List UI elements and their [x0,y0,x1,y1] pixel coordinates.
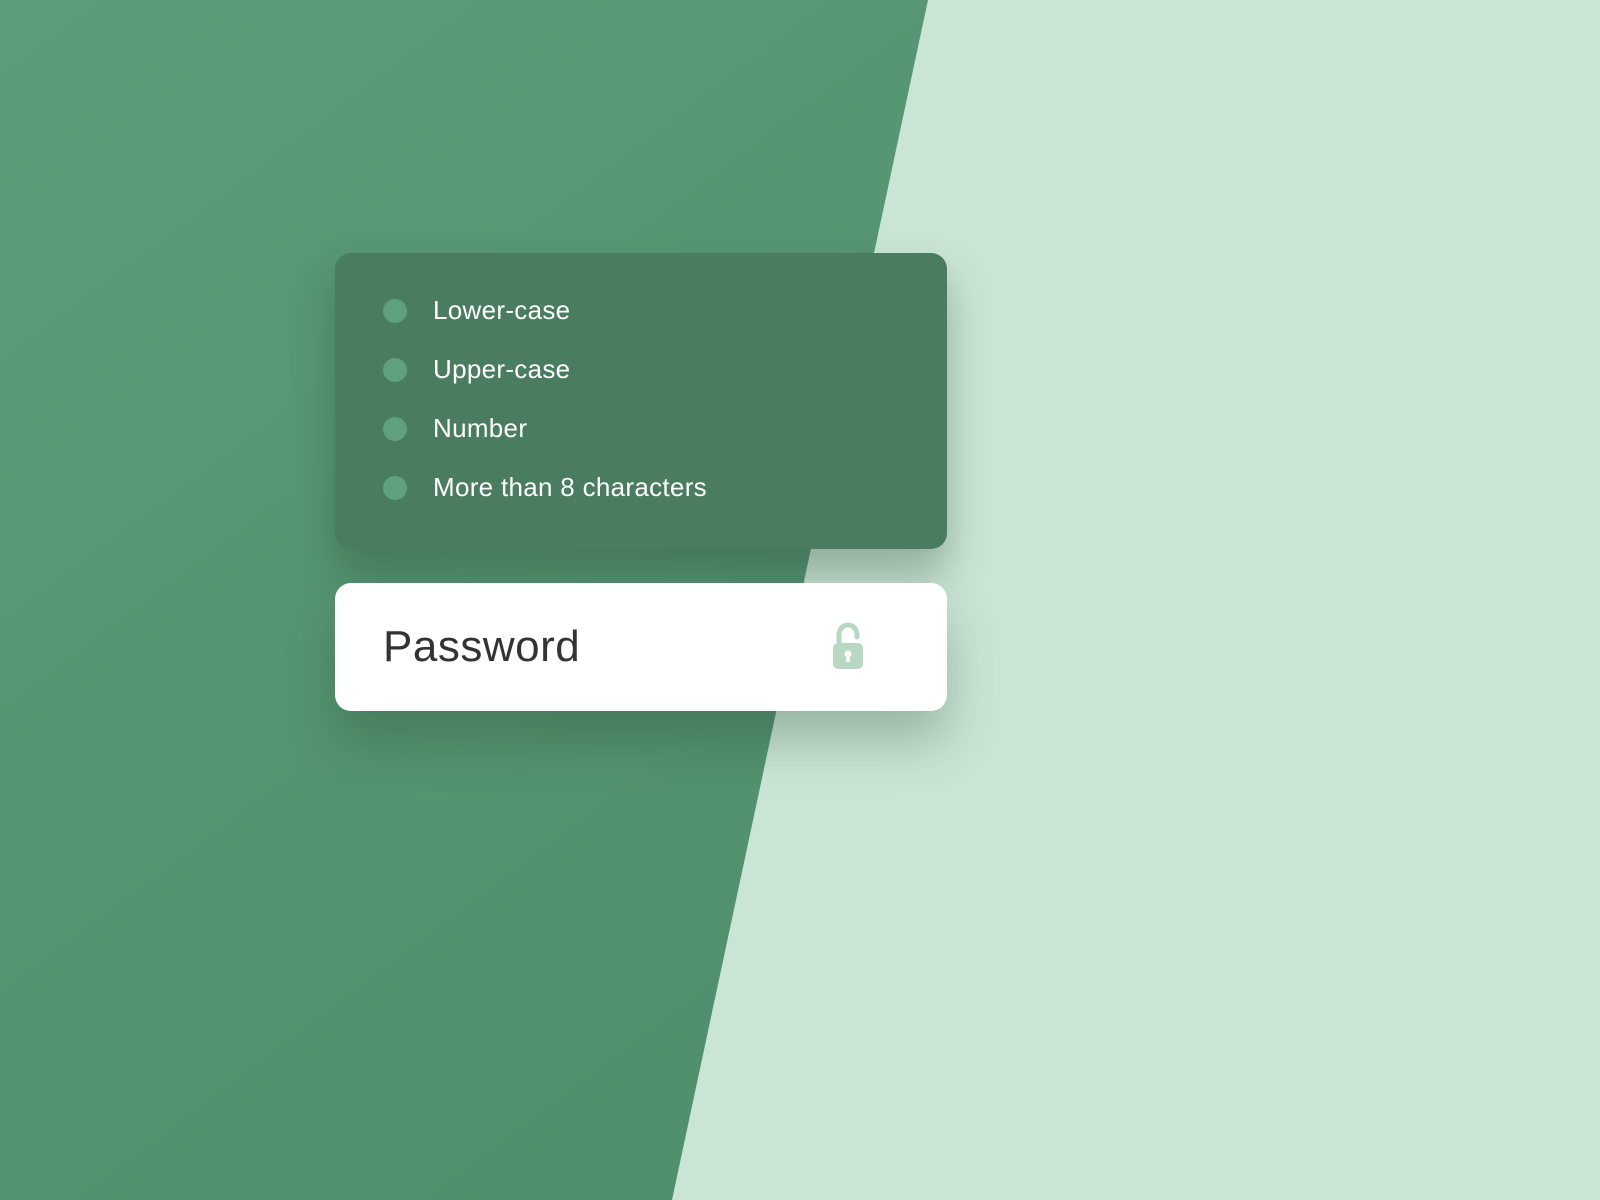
password-widget: Lower-case Upper-case Number More than 8… [335,253,947,711]
bullet-icon [383,417,407,441]
bullet-icon [383,476,407,500]
unlock-icon [827,621,869,673]
requirement-item: More than 8 characters [383,472,899,503]
bullet-icon [383,299,407,323]
requirement-item: Upper-case [383,354,899,385]
requirement-item: Number [383,413,899,444]
requirement-label: Number [433,413,527,444]
password-input[interactable]: Password [335,583,947,711]
password-placeholder: Password [383,622,580,672]
requirement-label: Upper-case [433,354,570,385]
requirement-label: More than 8 characters [433,472,707,503]
requirement-label: Lower-case [433,295,570,326]
requirement-item: Lower-case [383,295,899,326]
bullet-icon [383,358,407,382]
requirements-card: Lower-case Upper-case Number More than 8… [335,253,947,549]
